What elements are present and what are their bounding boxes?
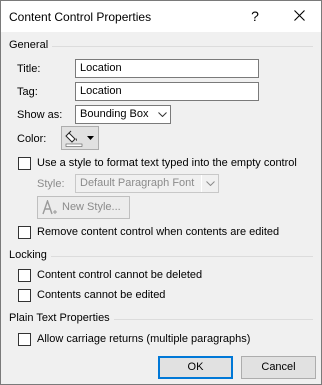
locking-section-header: Locking xyxy=(9,249,313,263)
cancel-button[interactable]: Cancel xyxy=(241,356,316,379)
cannot-edit-label: Contents cannot be edited xyxy=(37,289,166,301)
help-button[interactable]: ? xyxy=(241,5,269,27)
title-bar: Content Control Properties ? xyxy=(1,1,321,32)
use-style-checkbox[interactable] xyxy=(18,157,31,170)
allow-returns-checkbox[interactable] xyxy=(18,333,31,346)
title-input[interactable]: Location xyxy=(75,59,259,78)
cannot-delete-checkbox[interactable] xyxy=(18,269,31,282)
show-as-value: Bounding Box xyxy=(80,108,149,120)
show-as-label: Show as: xyxy=(17,109,63,121)
use-style-label: Use a style to format text typed into th… xyxy=(37,157,297,169)
new-style-icon xyxy=(42,200,57,215)
plain-text-section-header: Plain Text Properties xyxy=(9,312,313,326)
title-label: Title: xyxy=(17,63,41,75)
dialog-title: Content Control Properties xyxy=(9,10,152,24)
ok-button[interactable]: OK xyxy=(158,356,233,379)
show-as-dropdown[interactable]: Bounding Box xyxy=(75,105,171,124)
cannot-delete-label: Content control cannot be deleted xyxy=(37,269,203,281)
color-label: Color: xyxy=(17,133,47,145)
locking-section-label: Locking xyxy=(9,249,51,261)
tag-label: Tag: xyxy=(17,86,38,98)
remove-when-edited-checkbox[interactable] xyxy=(18,226,31,239)
chevron-down-icon xyxy=(153,106,170,123)
close-icon xyxy=(294,10,305,21)
chevron-down-icon xyxy=(87,136,94,140)
tag-input[interactable]: Location xyxy=(75,82,259,101)
new-style-button[interactable]: New Style... xyxy=(37,196,130,219)
color-picker-button[interactable] xyxy=(61,126,99,150)
section-divider xyxy=(9,256,313,257)
style-dropdown[interactable]: Default Paragraph Font xyxy=(75,174,219,193)
close-button[interactable] xyxy=(286,5,314,27)
chevron-down-icon xyxy=(201,175,218,192)
section-divider xyxy=(9,46,313,47)
style-value: Default Paragraph Font xyxy=(80,177,195,189)
style-label: Style: xyxy=(37,178,65,190)
general-section-label: General xyxy=(9,39,53,51)
remove-when-edited-label: Remove content control when contents are… xyxy=(37,226,280,238)
new-style-label: New Style... xyxy=(62,201,121,213)
plain-text-section-label: Plain Text Properties xyxy=(9,312,114,324)
paint-bucket-icon xyxy=(65,130,83,147)
allow-returns-label: Allow carriage returns (multiple paragra… xyxy=(37,333,251,345)
cannot-edit-checkbox[interactable] xyxy=(18,289,31,302)
content-control-properties-dialog: Content Control Properties ? General Tit… xyxy=(0,0,322,385)
general-section-header: General xyxy=(9,39,313,53)
